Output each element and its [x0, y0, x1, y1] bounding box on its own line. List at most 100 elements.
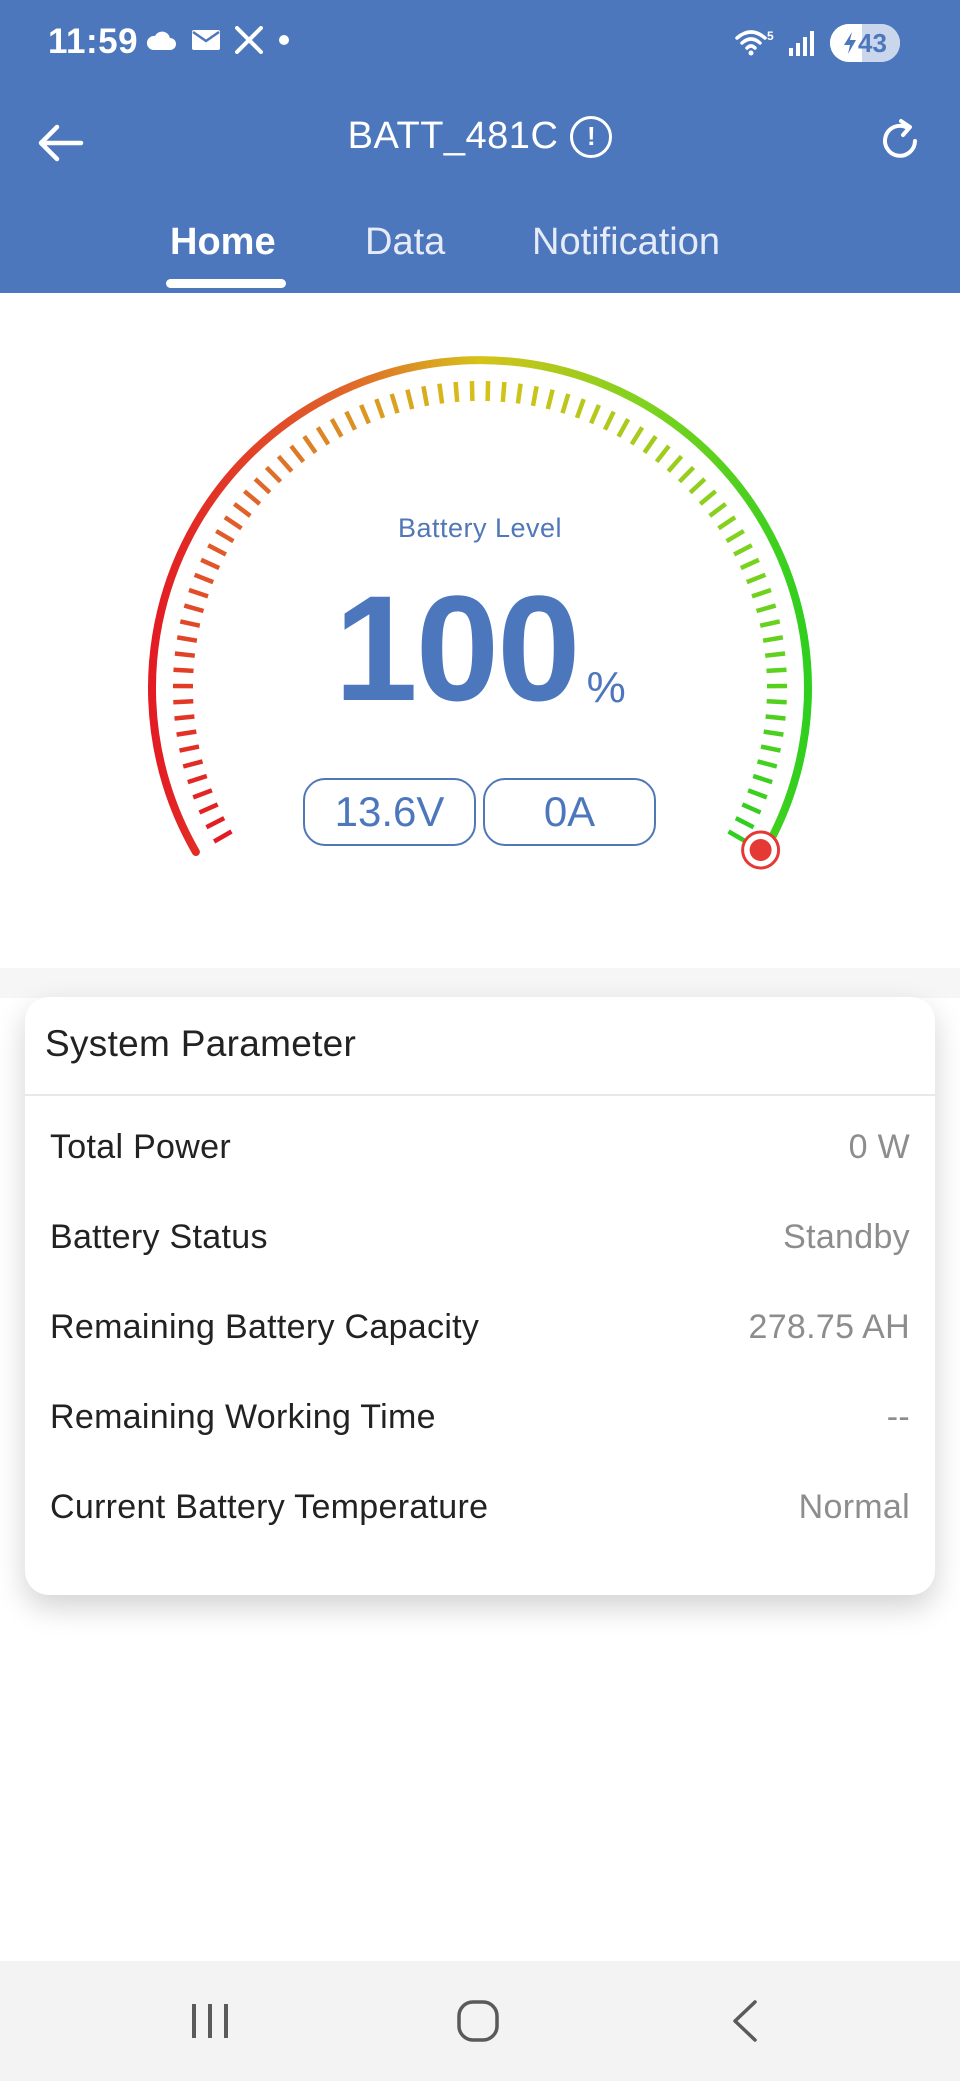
- status-time: 11:59: [48, 22, 139, 61]
- notification-icons: [145, 26, 291, 54]
- gauge-readout: 100 %: [0, 573, 960, 723]
- gauge-tick: [654, 444, 671, 464]
- gauge-tick: [763, 729, 784, 737]
- cloud-icon: [146, 31, 176, 50]
- refresh-icon: [883, 119, 917, 158]
- gauge-tick: [500, 381, 507, 403]
- param-label: Remaining Battery Capacity: [50, 1307, 480, 1346]
- gauge-tick: [733, 543, 753, 557]
- wifi-badge: 5: [767, 29, 774, 43]
- param-label: Current Battery Temperature: [50, 1487, 489, 1526]
- gauge-tick: [589, 404, 601, 425]
- gauge-tick: [698, 489, 718, 506]
- gauge-tick: [179, 744, 200, 753]
- current-badge: 0A: [483, 778, 656, 846]
- param-row-temperature: Current Battery Temperature Normal: [50, 1477, 910, 1537]
- gauge-tick: [315, 426, 331, 446]
- signal-icon: [789, 31, 814, 56]
- gauge-tick: [212, 829, 233, 844]
- tab-home[interactable]: Home: [170, 221, 276, 264]
- gauge-tick: [200, 557, 221, 571]
- info-icon[interactable]: !: [570, 115, 613, 158]
- param-value: Normal: [798, 1487, 910, 1526]
- gauge-tick: [629, 426, 645, 446]
- voltage-badge: 13.6V: [303, 778, 476, 846]
- param-row-remaining-capacity: Remaining Battery Capacity 278.75 AH: [50, 1297, 910, 1357]
- gauge-label: Battery Level: [397, 513, 563, 543]
- gauge-tick: [747, 788, 768, 800]
- param-value: Standby: [783, 1217, 910, 1256]
- gauge-tick: [253, 477, 272, 495]
- battery-percent-unit: %: [586, 663, 626, 712]
- battery-level-text: 43: [858, 27, 887, 58]
- battery-indicator: 43: [830, 24, 900, 62]
- home-button[interactable]: [438, 1986, 518, 2056]
- gauge-tick: [207, 543, 227, 557]
- param-row-total-power: Total Power 0 W: [50, 1117, 910, 1177]
- gauge-tick: [515, 383, 523, 404]
- gauge-tick: [198, 802, 219, 815]
- param-label: Battery Status: [50, 1217, 268, 1256]
- param-value: 278.75 AH: [748, 1307, 910, 1346]
- battery-gauge: Battery Level 100 % 13.6V 0A: [0, 293, 960, 968]
- tab-bar: Home Data Notification: [0, 215, 960, 293]
- card-title: System Parameter: [45, 1023, 357, 1064]
- system-back-button[interactable]: [705, 1986, 785, 2056]
- gauge-tick: [739, 557, 760, 571]
- system-status-icons: 5 43: [734, 24, 900, 62]
- gauge-tick: [182, 759, 204, 769]
- tab-notification[interactable]: Notification: [532, 221, 720, 264]
- gauge-tick: [344, 410, 358, 431]
- gauge-tick: [530, 385, 539, 407]
- x-logo-icon: [235, 26, 263, 54]
- gauge-tick: [389, 393, 400, 414]
- gauge-tick: [677, 465, 696, 484]
- tab-data[interactable]: Data: [365, 221, 445, 264]
- gauge-tick: [734, 816, 755, 830]
- gauge-tick: [574, 398, 586, 419]
- gauge-tick: [760, 744, 781, 753]
- param-label: Remaining Working Time: [50, 1397, 436, 1436]
- param-value: --: [886, 1397, 910, 1436]
- param-row-remaining-time: Remaining Working Time --: [50, 1387, 910, 1447]
- gauge-tick: [485, 381, 491, 402]
- recents-button[interactable]: [170, 1986, 250, 2056]
- gauge-tick: [421, 385, 430, 407]
- title-group: BATT_481C !: [0, 115, 960, 158]
- gauge-tick: [264, 465, 283, 484]
- section-divider: [0, 968, 960, 998]
- card-divider: [25, 1094, 935, 1096]
- mail-icon: [192, 30, 220, 50]
- gauge-marker: [749, 839, 772, 861]
- gauge-tick: [205, 816, 226, 830]
- param-label: Total Power: [50, 1127, 231, 1166]
- gauge-tick: [437, 383, 445, 404]
- dot-icon: [279, 35, 289, 45]
- active-tab-indicator: [166, 279, 286, 288]
- gauge-tick: [329, 418, 344, 438]
- system-nav-bar: [0, 1961, 960, 2081]
- gauge-tick: [302, 435, 318, 454]
- battery-percent-value: 100: [334, 564, 580, 732]
- back-chevron-icon: [733, 2000, 757, 2042]
- gauge-tick: [752, 773, 773, 785]
- gauge-tick: [602, 410, 616, 431]
- gauge-tick: [741, 802, 762, 815]
- gauge-tick: [727, 829, 748, 844]
- system-parameter-card: System Parameter Total Power 0 W Battery…: [25, 997, 935, 1595]
- gauge-tick: [187, 773, 208, 785]
- home-circle-icon: [457, 2000, 499, 2042]
- refresh-button[interactable]: [870, 111, 930, 171]
- recents-icon: [192, 2004, 228, 2038]
- gauge-tick: [642, 435, 658, 454]
- status-bar: 11:59 5 43: [0, 0, 960, 90]
- gauge-tick: [359, 404, 371, 425]
- app-header: 11:59 5 43 BATT_481C ! Home Data Notific…: [0, 0, 960, 293]
- gauge-tick: [405, 389, 415, 410]
- param-row-battery-status: Battery Status Standby: [50, 1207, 910, 1267]
- device-title: BATT_481C: [347, 115, 559, 157]
- gauge-tick: [688, 477, 707, 495]
- gauge-tick: [560, 393, 571, 414]
- gauge-tick: [192, 788, 213, 800]
- gauge-tick: [545, 389, 555, 410]
